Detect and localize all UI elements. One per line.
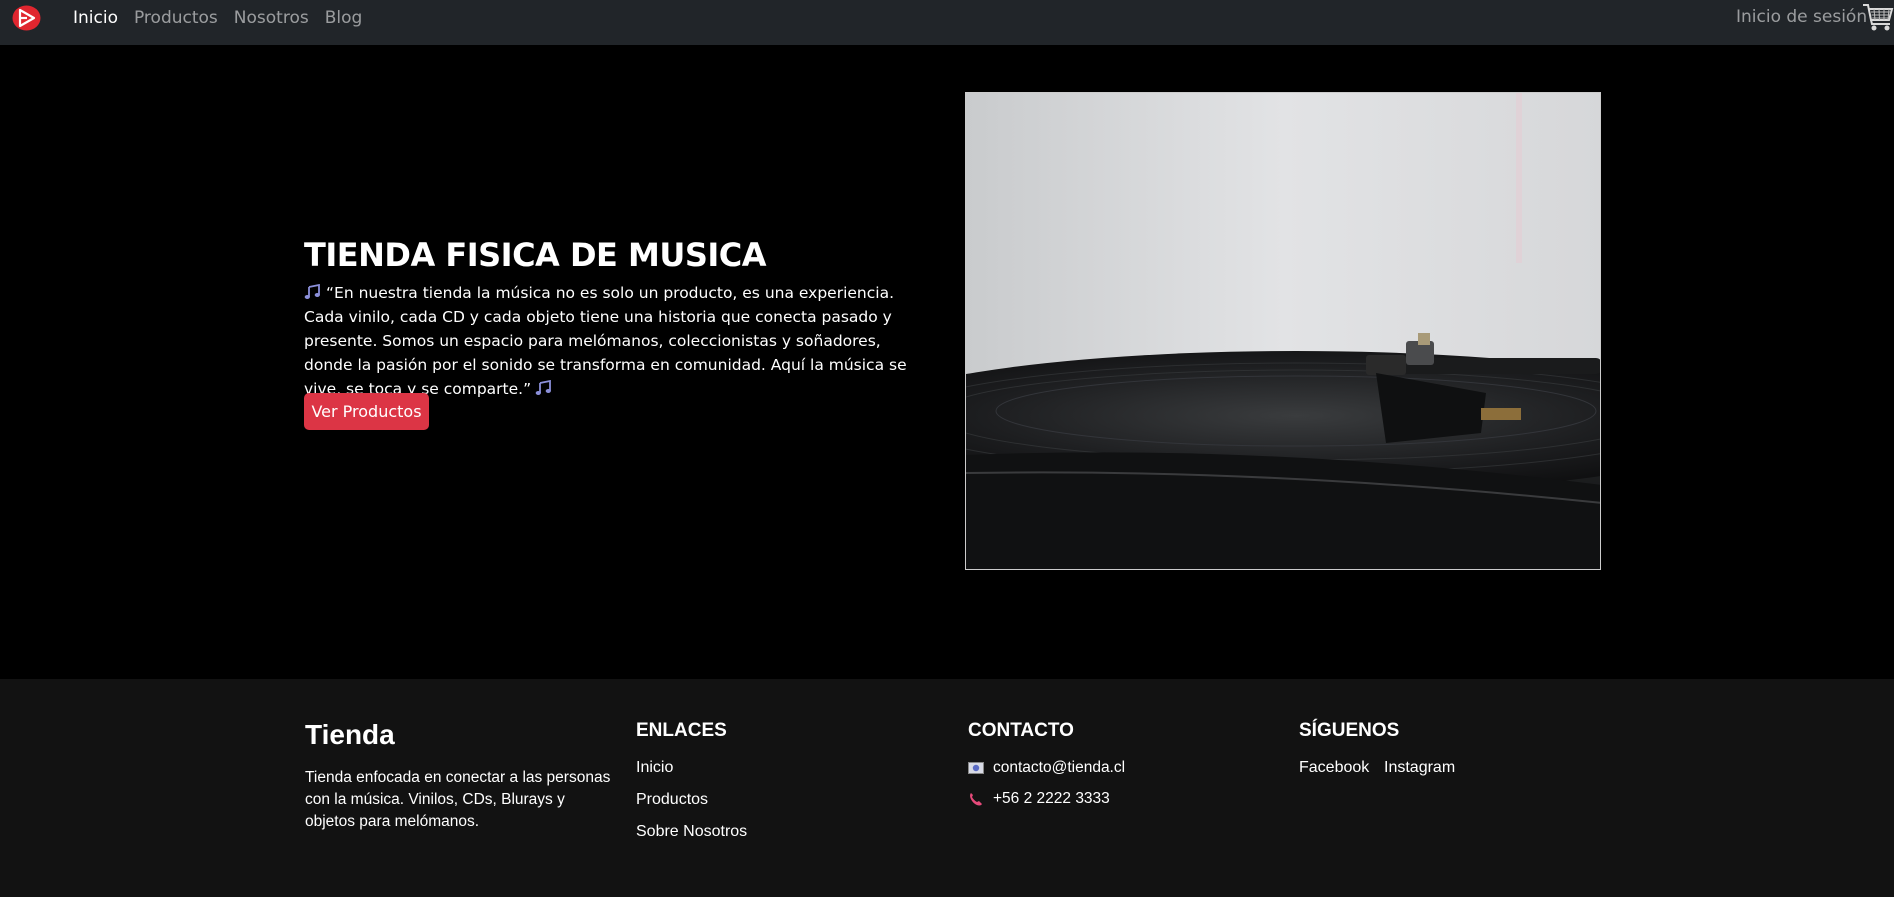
footer-facebook-link[interactable]: Facebook: [1299, 759, 1369, 777]
site-footer: Tienda Tienda enfocada en conectar a las…: [0, 679, 1894, 897]
envelope-icon: [968, 762, 984, 774]
nav-link-productos[interactable]: Productos: [134, 8, 218, 28]
nav-link-nosotros[interactable]: Nosotros: [234, 8, 309, 28]
footer-email[interactable]: contacto@tienda.cl: [968, 759, 1125, 777]
footer-brand: Tienda: [305, 719, 395, 750]
footer-description: Tienda enfocada en conectar a las person…: [305, 769, 611, 830]
shopping-cart-icon[interactable]: [1862, 2, 1894, 32]
footer-links-title: ENLACES: [636, 720, 727, 741]
nav-link-blog[interactable]: Blog: [325, 8, 363, 28]
phone-icon: [970, 793, 982, 806]
footer-link-sobre-nosotros[interactable]: Sobre Nosotros: [636, 823, 747, 841]
hero-title: TIENDA FISICA DE MUSICA: [304, 236, 767, 274]
nav-link-inicio[interactable]: Inicio: [73, 8, 118, 28]
footer-phone-text: +56 2 2222 3333: [993, 790, 1110, 807]
footer-email-text: contacto@tienda.cl: [993, 759, 1126, 776]
login-link[interactable]: Inicio de sesión: [1736, 7, 1867, 27]
hero-description: “En nuestra tienda la música no es solo …: [304, 281, 934, 401]
ver-productos-button[interactable]: Ver Productos: [304, 393, 429, 430]
music-notes-icon: [535, 380, 552, 395]
footer-instagram-link[interactable]: Instagram: [1384, 759, 1455, 777]
hero-quote: “En nuestra tienda la música no es solo …: [304, 284, 907, 398]
hero-section: TIENDA FISICA DE MUSICA “En nuestra tien…: [0, 45, 1894, 679]
footer-contact-title: CONTACTO: [968, 720, 1074, 741]
music-notes-icon: [304, 284, 320, 299]
play-logo-icon[interactable]: [12, 5, 41, 31]
footer-link-productos[interactable]: Productos: [636, 791, 708, 809]
turntable-vinyl-photo: [965, 92, 1601, 570]
top-navbar: Inicio Productos Nosotros Blog Inicio de…: [0, 0, 1894, 45]
nav-links: Inicio Productos Nosotros Blog: [73, 0, 378, 35]
footer-social-title: SÍGUENOS: [1299, 720, 1400, 741]
footer-phone[interactable]: +56 2 2222 3333: [968, 790, 1110, 808]
footer-link-inicio[interactable]: Inicio: [636, 759, 673, 777]
